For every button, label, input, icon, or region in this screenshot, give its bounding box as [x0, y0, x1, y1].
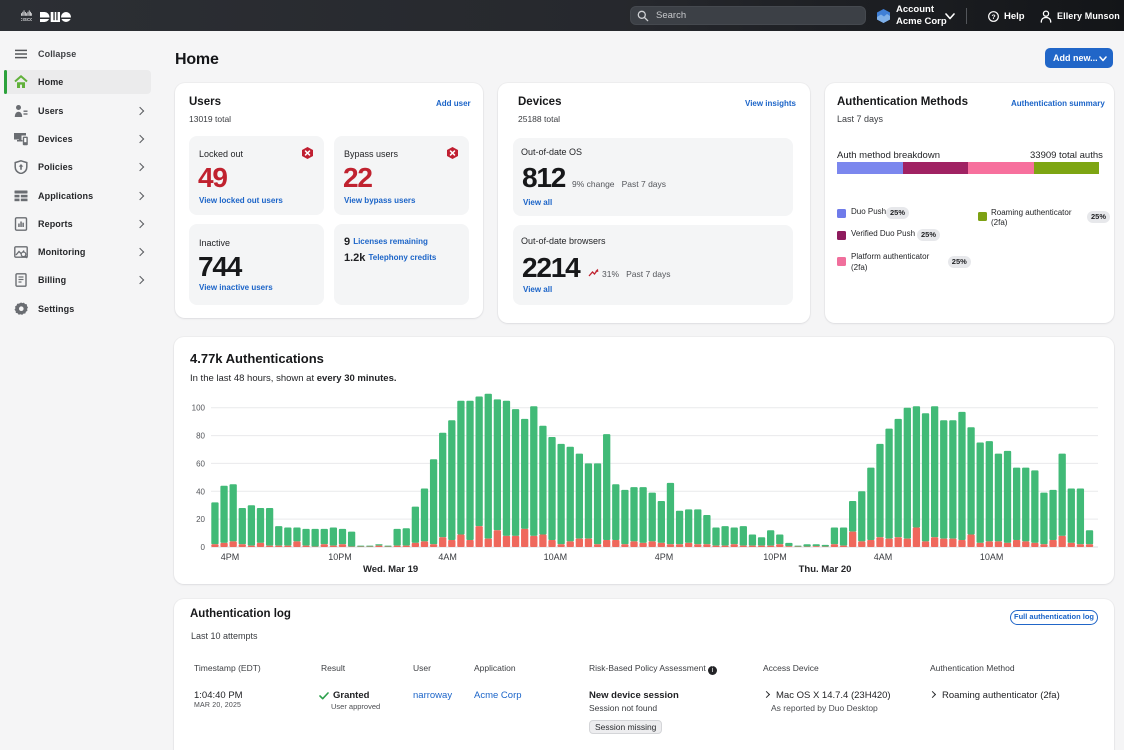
- svg-text:Thu. Mar 20: Thu. Mar 20: [799, 564, 852, 575]
- svg-text:10AM: 10AM: [544, 552, 568, 562]
- svg-text:40: 40: [196, 487, 205, 496]
- svg-text:10PM: 10PM: [328, 552, 352, 562]
- svg-text:80: 80: [196, 432, 205, 441]
- svg-text:20: 20: [196, 515, 205, 524]
- svg-text:4PM: 4PM: [655, 552, 674, 562]
- svg-text:?: ?: [991, 14, 995, 21]
- svg-text:60: 60: [196, 459, 205, 468]
- svg-text:100: 100: [192, 404, 206, 413]
- svg-text:4AM: 4AM: [438, 552, 457, 562]
- svg-text:0: 0: [201, 543, 206, 552]
- svg-text:CISCO: CISCO: [21, 17, 32, 22]
- svg-text:4PM: 4PM: [221, 552, 240, 562]
- svg-text:Wed. Mar 19: Wed. Mar 19: [363, 564, 418, 575]
- svg-text:10PM: 10PM: [763, 552, 787, 562]
- svg-text:4AM: 4AM: [874, 552, 893, 562]
- svg-text:10AM: 10AM: [980, 552, 1004, 562]
